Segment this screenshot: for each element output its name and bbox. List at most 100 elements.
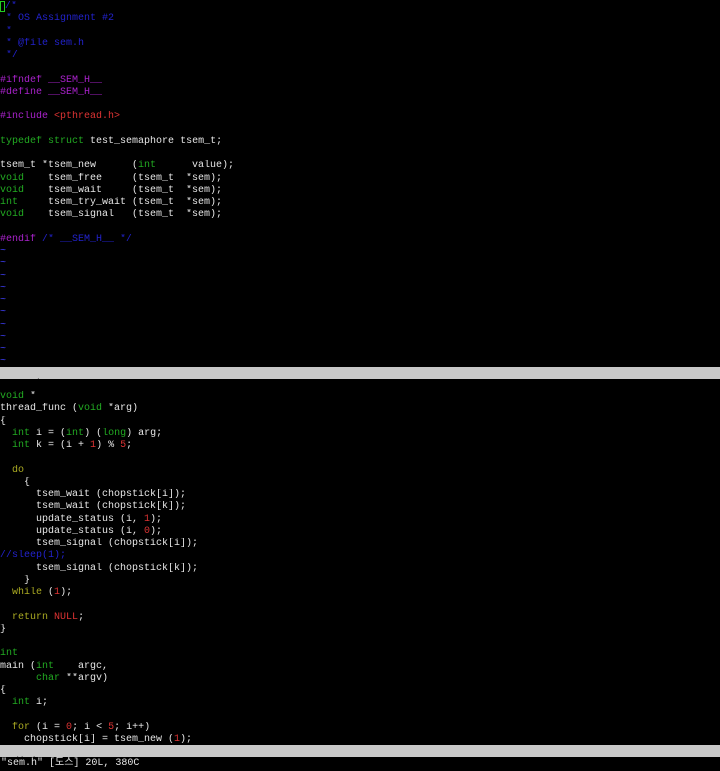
code-token: tsem_signal (tsem_t *sem);: [24, 209, 223, 221]
code-line: ~: [0, 258, 720, 270]
code-token: int: [12, 697, 31, 709]
code-line: tsem_t *tsem_new (int value);: [0, 160, 720, 172]
code-token: /* __SEM_H__ */: [42, 233, 133, 245]
code-token: #define __SEM_H__: [0, 86, 103, 98]
code-line: tsem_wait (chopstick[k]);: [0, 501, 720, 513]
code-line: int k = (i + 1) % 5;: [0, 440, 720, 452]
code-token: int: [12, 440, 31, 451]
code-token: long: [102, 427, 127, 439]
code-token: update_status (i,: [0, 513, 145, 525]
code-line: for (i = 0; i < 5; i++): [0, 722, 720, 734]
empty-line-marker: ~: [0, 307, 7, 319]
code-token: #endif: [0, 233, 43, 245]
code-token: ;: [126, 440, 133, 451]
code-line: void *: [0, 391, 720, 403]
code-token: main (: [0, 660, 37, 672]
code-token: );: [60, 587, 73, 598]
code-line: main (int argc,: [0, 661, 720, 673]
code-line: update_status (i, 1);: [0, 514, 720, 526]
code-token: **argv): [60, 672, 109, 684]
editor-pane-bottom[interactable]: void * thread_func (void *arg){ int i = (…: [0, 379, 720, 745]
code-token: void: [78, 403, 103, 415]
code-token: tsem_free (tsem_t *sem);: [24, 172, 223, 184]
code-token: tsem_wait (chopstick[i]);: [0, 489, 187, 500]
empty-line-marker: ~: [0, 331, 7, 343]
code-token: update_status (i,: [0, 525, 145, 537]
code-token: int: [0, 648, 19, 660]
code-token: ) (: [84, 427, 103, 439]
code-token: */: [0, 50, 19, 61]
code-line: tsem_wait (chopstick[i]);: [0, 489, 720, 501]
code-token: void: [0, 209, 25, 221]
code-line: ~: [0, 295, 720, 307]
code-line: * OS Assignment #2: [0, 13, 720, 25]
code-line: ~: [0, 271, 720, 283]
code-line: char **argv): [0, 673, 720, 685]
code-token: /*: [5, 1, 18, 12]
code-token: int: [138, 160, 157, 172]
code-token: }: [0, 623, 7, 635]
code-token: ; i++): [114, 721, 151, 733]
code-line: #define __SEM_H__: [0, 87, 720, 99]
code-token: );: [150, 525, 163, 537]
code-line: {: [0, 477, 720, 489]
code-line: int tsem_try_wait (tsem_t *sem);: [0, 197, 720, 209]
code-token: tsem_signal (chopstick[k]);: [0, 562, 199, 574]
code-line: */: [0, 50, 720, 62]
code-token: i;: [30, 697, 49, 709]
empty-line-marker: ~: [0, 356, 7, 367]
code-line: #ifndef __SEM_H__: [0, 75, 720, 87]
code-line: ~: [0, 344, 720, 356]
code-line: int i;: [0, 697, 720, 709]
code-token: ; i <: [72, 721, 109, 733]
code-token: {: [0, 415, 7, 427]
empty-line-marker: ~: [0, 344, 7, 355]
code-line: int: [0, 648, 720, 660]
command-line[interactable]: "sem.h" [도스] 20L, 380C: [0, 757, 720, 771]
window-status-bar-top[interactable]: sem.h: [0, 367, 720, 390]
code-token: typedef: [0, 135, 43, 147]
code-line: void tsem_wait (tsem_t *sem);: [0, 185, 720, 197]
code-line: void tsem_signal (tsem_t *sem);: [0, 209, 720, 221]
code-token: tsem_wait (chopstick[k]);: [0, 501, 187, 513]
window-status-bar-bottom[interactable]: dining.c: [0, 745, 720, 768]
code-token: ;: [78, 611, 85, 623]
code-token: while: [12, 587, 43, 598]
code-line: ~: [0, 356, 720, 367]
code-line: int i = (int) (long) arg;: [0, 428, 720, 440]
code-line: /*: [0, 1, 720, 13]
code-token: void: [0, 391, 25, 402]
code-line: //sleep(1);: [0, 550, 720, 562]
empty-line-marker: ~: [0, 258, 7, 270]
code-token: int: [0, 197, 19, 208]
code-token: do: [12, 464, 25, 476]
code-token: );: [180, 734, 193, 745]
code-token: test_semaphore tsem_t;: [84, 135, 223, 147]
code-token: i = (: [30, 427, 67, 439]
code-line: while (1);: [0, 587, 720, 599]
code-token: ) %: [96, 440, 121, 451]
code-line: }: [0, 624, 720, 636]
editor-pane-top[interactable]: /* * OS Assignment #2 * * @file sem.h */…: [0, 0, 720, 367]
empty-line-marker: ~: [0, 295, 7, 306]
code-line: {: [0, 416, 720, 428]
code-token: }: [0, 574, 31, 586]
code-token: for: [12, 721, 31, 733]
code-token: <pthread.h>: [54, 111, 121, 123]
code-token: char: [36, 672, 61, 684]
code-line: update_status (i, 0);: [0, 526, 720, 538]
code-token: {: [0, 476, 31, 488]
code-line: tsem_signal (chopstick[i]);: [0, 538, 720, 550]
code-token: int: [66, 427, 85, 439]
